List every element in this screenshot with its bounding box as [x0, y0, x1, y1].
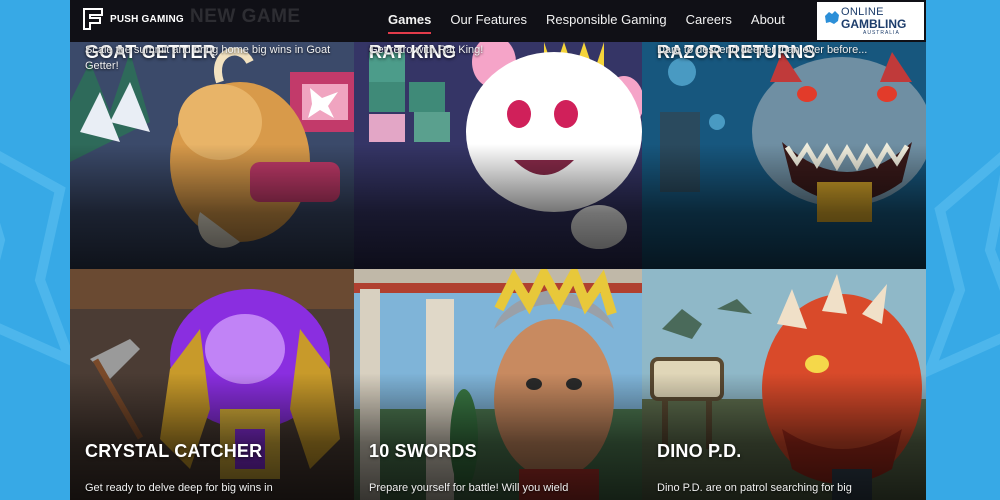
- games-grid: GOAT GETTER Scale the summit and bring h…: [70, 42, 926, 500]
- background-shape-left: [0, 150, 79, 370]
- main-nav: Games Our Features Responsible Gaming Ca…: [388, 0, 785, 42]
- logo-text: PUSH GAMING: [110, 13, 184, 25]
- background-shape-right: [921, 151, 1000, 380]
- badge-line-3: AUSTRALIA: [863, 29, 900, 36]
- australia-map-icon: [825, 11, 839, 24]
- push-gaming-logo[interactable]: PUSH GAMING: [82, 7, 184, 31]
- game-title: CRYSTAL CATCHER: [85, 441, 263, 461]
- game-description: Prepare yourself for battle! Will you wi…: [369, 482, 569, 494]
- game-tile-10-swords[interactable]: 10 SWORDS Prepare yourself for battle! W…: [354, 269, 642, 500]
- badge-line-1: ONLINE: [841, 5, 884, 18]
- game-tile-rat-king[interactable]: RAT KING Get retro with Rat King!: [354, 42, 642, 269]
- nav-our-features[interactable]: Our Features: [450, 12, 527, 30]
- game-tile-razor-returns[interactable]: RAZOR RETURNS Dare to descend deeper tha…: [642, 42, 926, 269]
- tile-gradient: [354, 144, 642, 269]
- online-gambling-australia-badge: ONLINE GAMBLING AUSTRALIA: [817, 2, 924, 40]
- nav-games[interactable]: Games: [388, 12, 432, 34]
- game-description: Get retro with Rat King!: [369, 44, 484, 56]
- game-tile-goat-getter[interactable]: GOAT GETTER Scale the summit and bring h…: [70, 42, 354, 269]
- game-tile-dino-pd[interactable]: DINO P.D. Dino P.D. are on patrol search…: [642, 269, 926, 500]
- game-title: DINO P.D.: [657, 441, 742, 461]
- site-window: PUSH GAMING NEW GAME Games Our Features …: [70, 0, 926, 500]
- badge-line-2: GAMBLING: [841, 16, 907, 31]
- game-description: Dino P.D. are on patrol searching for bi…: [657, 482, 852, 494]
- game-description: Get ready to delve deep for big wins in: [85, 482, 273, 494]
- game-description: Dare to descend deeper than ever before.…: [657, 44, 868, 56]
- nav-responsible-gaming[interactable]: Responsible Gaming: [546, 12, 667, 30]
- game-title: 10 SWORDS: [369, 441, 477, 461]
- tile-gradient: [642, 144, 926, 269]
- top-navigation-bar: PUSH GAMING NEW GAME Games Our Features …: [70, 0, 926, 42]
- ghost-heading: NEW GAME: [190, 6, 301, 27]
- nav-careers[interactable]: Careers: [686, 12, 732, 30]
- nav-about[interactable]: About: [751, 12, 785, 30]
- game-tile-crystal-catcher[interactable]: CRYSTAL CATCHER Get ready to delve deep …: [70, 269, 354, 500]
- push-gaming-logo-icon: [83, 8, 103, 30]
- game-description: Scale the summit and bring home big wins…: [85, 44, 331, 72]
- tile-gradient: [70, 144, 354, 269]
